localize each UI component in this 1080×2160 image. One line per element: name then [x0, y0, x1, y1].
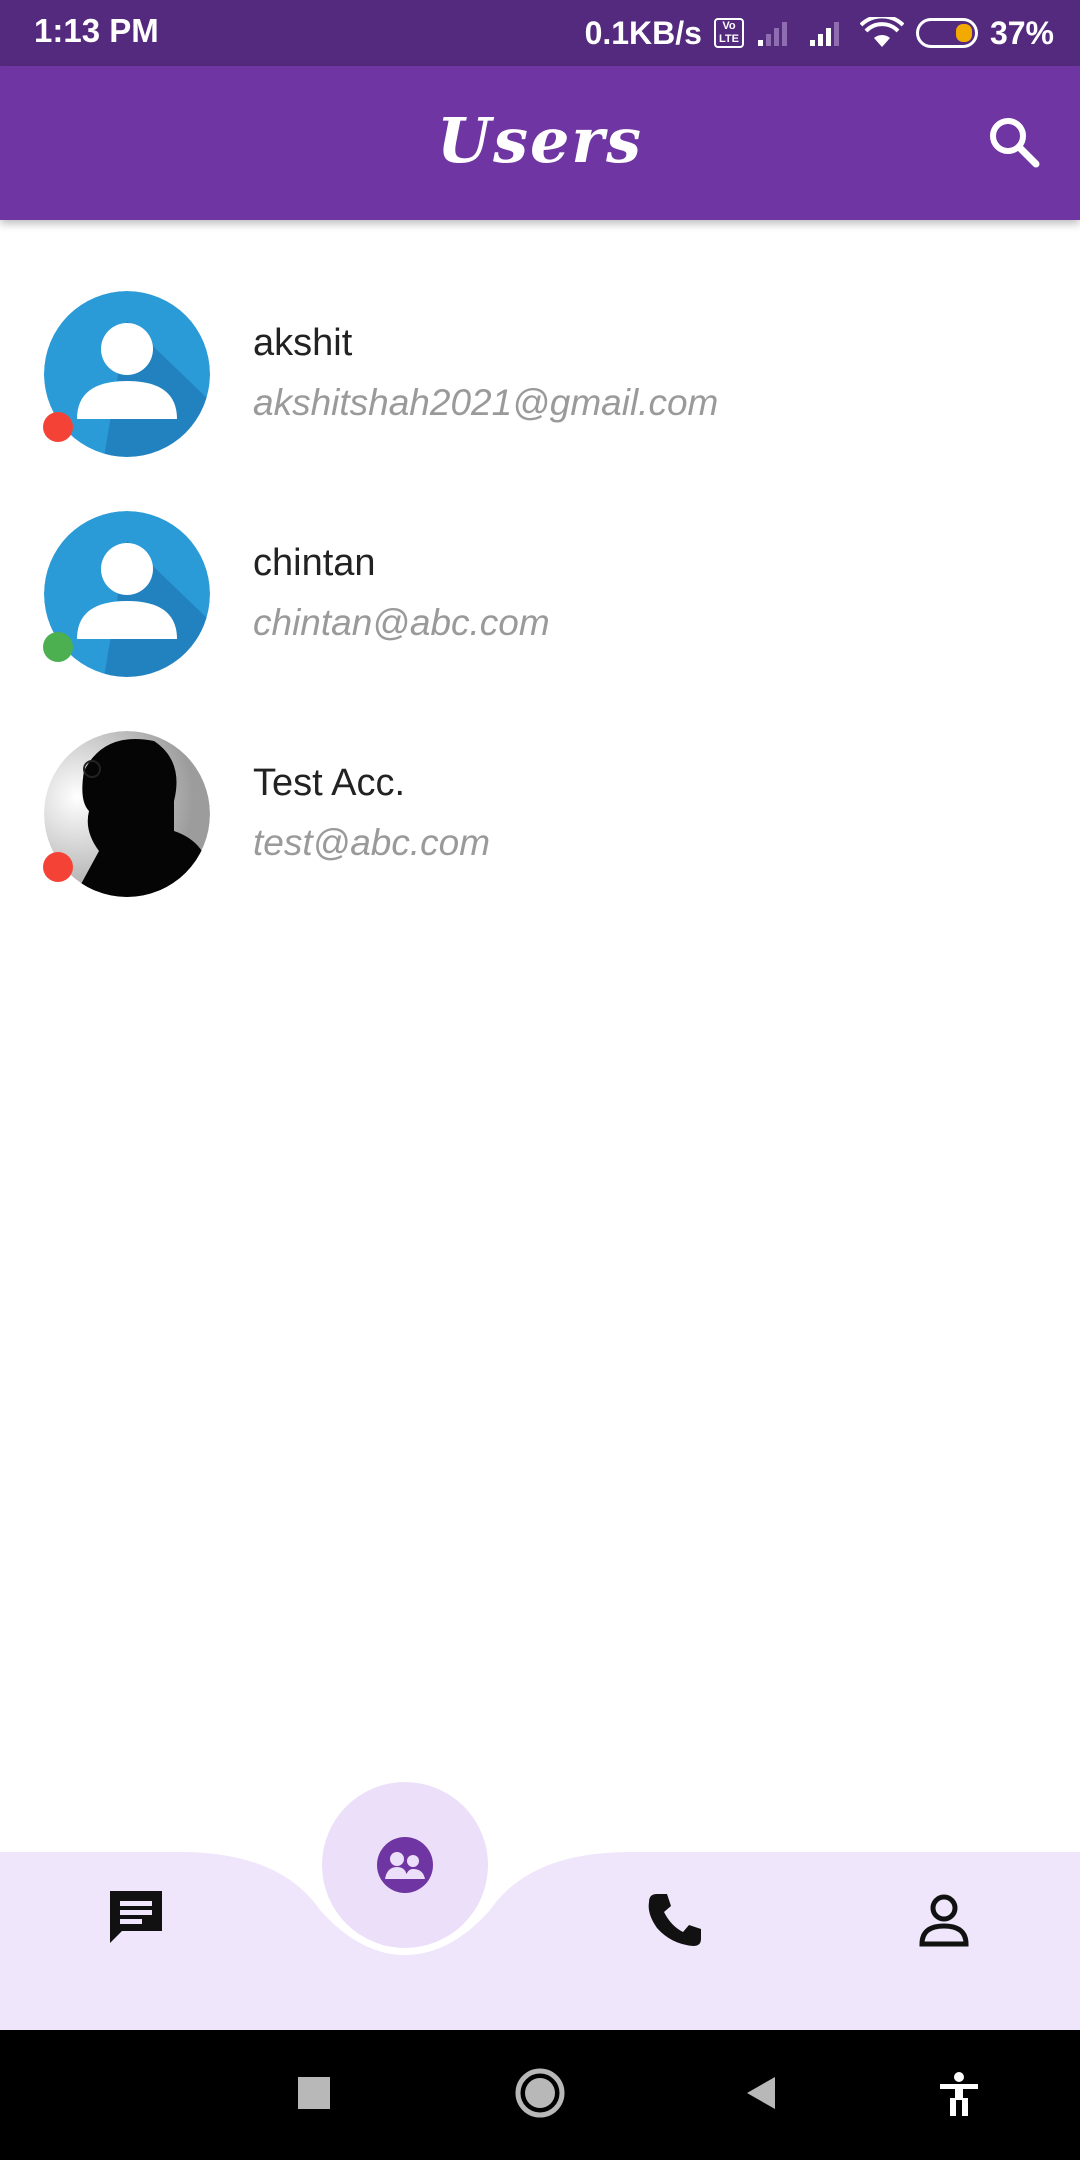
user-row[interactable]: akshit akshitshah2021@gmail.com	[0, 270, 1080, 490]
user-name: akshit	[253, 322, 353, 364]
system-nav-bar	[0, 2030, 1080, 2160]
network-speed: 0.1KB/s	[584, 14, 702, 51]
status-dot	[43, 412, 73, 442]
user-row[interactable]: chintan chintan@abc.com	[0, 490, 1080, 710]
user-name: Test Acc.	[253, 762, 406, 804]
battery-level: 37%	[989, 14, 1054, 51]
signal-icon	[809, 22, 839, 46]
home-icon[interactable]	[514, 2067, 566, 2119]
battery-icon	[915, 18, 978, 48]
user-email: test@abc.com	[253, 822, 491, 863]
nav-chat-button[interactable]	[104, 1885, 168, 1949]
status-time: 1:13 PM	[34, 12, 159, 49]
accessibility-icon[interactable]	[938, 2071, 980, 2117]
app-bar: Users	[0, 66, 1080, 220]
back-icon[interactable]	[741, 2073, 781, 2113]
wifi-icon	[859, 17, 904, 47]
user-name: chintan	[253, 542, 376, 584]
status-dot	[43, 852, 73, 882]
search-button[interactable]	[984, 112, 1044, 172]
page-title: Users	[437, 104, 643, 177]
chat-icon	[110, 1891, 162, 1943]
phone-icon	[648, 1894, 701, 1946]
recents-icon[interactable]	[296, 2075, 332, 2111]
profile-icon	[919, 1894, 969, 1947]
status-dot	[43, 632, 73, 662]
user-email: chintan@abc.com	[253, 602, 550, 643]
nav-users-button[interactable]	[322, 1782, 488, 1948]
user-list: akshit akshitshah2021@gmail.com chintan …	[0, 270, 1080, 930]
nav-profile-button[interactable]	[912, 1888, 976, 1952]
signal-weak-icon	[757, 22, 787, 46]
status-bar: 1:13 PM 0.1KB/s Vo LTE 37%	[0, 0, 1080, 66]
users-icon	[377, 1837, 433, 1893]
search-icon	[990, 118, 1040, 168]
user-email: akshitshah2021@gmail.com	[253, 382, 719, 423]
nav-call-button[interactable]	[643, 1888, 707, 1952]
status-indicators: 0.1KB/s Vo LTE 37%	[585, 10, 1054, 56]
volte-icon: Vo LTE	[713, 18, 744, 48]
user-row[interactable]: Test Acc. test@abc.com	[0, 710, 1080, 930]
